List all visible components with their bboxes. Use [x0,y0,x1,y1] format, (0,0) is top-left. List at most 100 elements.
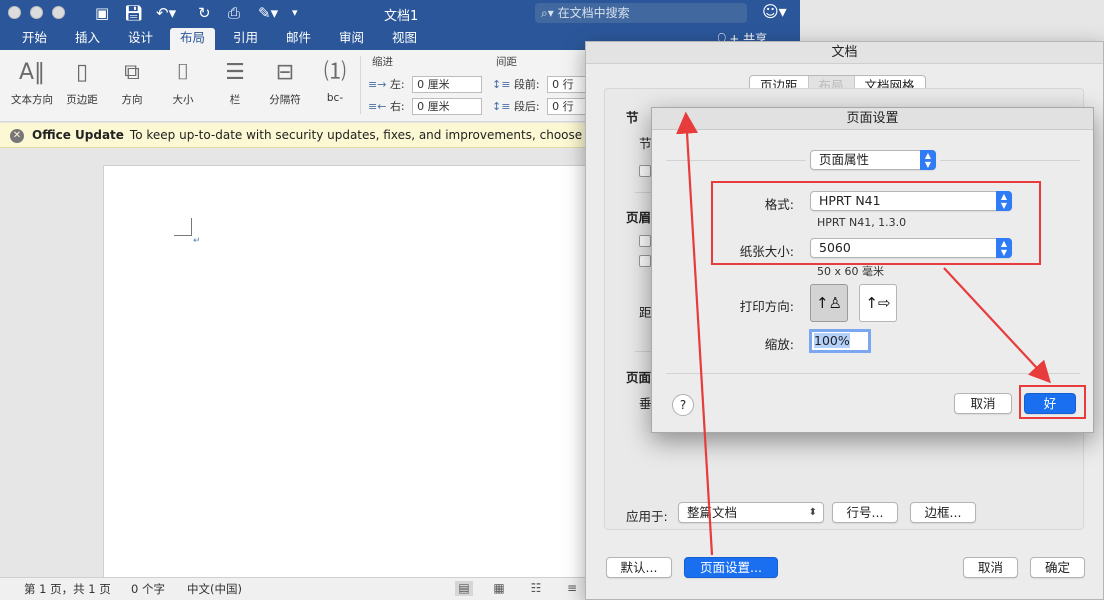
distance-label: 距 [639,305,652,320]
header-checkbox-2[interactable] [639,255,651,267]
default-button[interactable]: 默认... [606,557,672,578]
orientation-label: 打印方向: [739,299,794,314]
close-window-button[interactable] [8,6,21,19]
page-setup-cancel-button[interactable]: 取消 [954,393,1012,414]
header-footer-heading: 页眉 [626,210,652,225]
web-layout-view-icon[interactable]: ▦ [490,581,508,596]
spacing-before-icon: ↕≡ [492,78,511,91]
indent-left-icon: ≡→ [368,78,387,91]
apply-to-label: 应用于: [626,509,668,524]
document-cancel-button[interactable]: 取消 [963,557,1018,578]
page-heading: 页面 [626,370,652,385]
update-message: To keep up-to-date with security updates… [129,128,600,142]
indent-group-title: 缩进 [372,56,393,68]
tab-layout[interactable]: 布局 [170,28,216,50]
divider [666,160,806,161]
section-heading: 节 [626,110,639,125]
vertical-alignment-label: 垂 [639,396,652,411]
tab-review[interactable]: 审阅 [329,28,374,50]
minimize-window-button[interactable] [30,6,43,19]
section-start-label: 节 [639,136,652,151]
document-dialog-title: 文档 [586,42,1103,64]
line-numbers-button[interactable]: 行号... [832,502,898,523]
margins-icon: ▯ [75,60,89,85]
spacing-before-row: ↕≡ 段前: 0 行 [492,76,588,94]
page-size-icon: ⌷ [176,60,190,85]
tab-view[interactable]: 视图 [382,28,427,50]
portrait-person-icon: ↑♙ [815,294,842,312]
document-ok-button[interactable]: 确定 [1030,557,1085,578]
search-icon: ⌕▾ [541,6,558,20]
tab-references[interactable]: 引用 [223,28,268,50]
feedback-smiley-icon[interactable]: ☺▾ [762,2,787,21]
portrait-orientation-button[interactable]: ↑♙ [810,284,848,322]
tab-design[interactable]: 设计 [118,28,163,50]
paper-size-detail: 50 x 60 毫米 [817,265,884,278]
print-layout-view-icon[interactable]: ▤ [455,581,473,596]
indent-left-input[interactable]: 0 厘米 [412,76,483,93]
indent-right-input[interactable]: 0 厘米 [412,98,483,115]
hyphenation-icon: bc- [326,92,344,104]
title-bar: ▣ 💾︎ ↶▾ ↻ ⎙ ✎▾ ▾ 文档1 ⌕▾ 在文档中搜索 ☺▾ [0,0,800,26]
draft-view-icon[interactable]: ≡ [563,581,581,596]
document-title: 文档1 [384,9,419,24]
ribbon-separator [360,56,361,114]
spacing-after-icon: ↕≡ [492,100,511,113]
tab-home[interactable]: 开始 [12,28,57,50]
redo-icon[interactable]: ↻ [198,3,211,23]
indent-right-row: ≡← 右: 0 厘米 [368,98,483,116]
line-numbers-ribbon-button[interactable]: ⑴ bc- [309,58,361,104]
line-numbers-icon: ⑴ [323,60,346,85]
undo-icon[interactable]: ↶▾ [156,3,176,23]
dismiss-update-icon[interactable]: ✕ [10,128,24,143]
breaks-icon: ⊟ [275,60,295,85]
zoom-window-button[interactable] [52,6,65,19]
columns-button[interactable]: ☰ 栏 [209,58,261,107]
sidebar-toggle-icon[interactable]: ▣ [95,3,109,23]
section-checkbox[interactable] [639,165,651,177]
spacing-after-row: ↕≡ 段后: 0 行 [492,98,588,116]
orientation-button[interactable]: ⧉ 方向 [106,58,158,107]
word-count[interactable]: 0 个字 [131,578,165,600]
outline-view-icon[interactable]: ☷ [527,581,545,596]
spacing-before-input[interactable]: 0 行 [547,76,588,93]
print-icon[interactable]: ⎙ [228,3,240,23]
text-direction-icon: A‖ [18,60,46,85]
scale-label: 缩放: [764,337,794,352]
customize-chevron-icon[interactable]: ▾ [292,3,298,23]
orientation-icon: ⧉ [124,60,140,85]
breaks-button[interactable]: ⊟ 分隔符 [259,58,311,107]
updown-chevron-icon: ▲ ▼ [920,150,936,170]
office-update-bar: ✕ Office Update To keep up-to-date with se… [0,123,600,148]
settings-select[interactable]: 页面属性 ▲ ▼ [810,150,936,170]
tab-mailings[interactable]: 邮件 [276,28,321,50]
page-count[interactable]: 第 1 页，共 1 页 [24,578,111,600]
header-checkbox-1[interactable] [639,235,651,247]
size-button[interactable]: ⌷ 大小 [157,58,209,107]
page-setup-button[interactable]: 页面设置... [684,557,778,578]
margins-button[interactable]: ▯ 页边距 [56,58,108,107]
help-button[interactable]: ? [672,394,694,416]
borders-button[interactable]: 边框... [910,502,976,523]
edit-icon[interactable]: ✎▾ [258,3,278,23]
tab-insert[interactable]: 插入 [65,28,110,50]
paragraph-mark-icon: ↵ [193,236,201,246]
spacing-after-input[interactable]: 0 行 [547,98,588,115]
search-input[interactable]: ⌕▾ 在文档中搜索 [535,3,747,23]
divider [940,160,1080,161]
columns-icon: ☰ [225,60,245,85]
apply-to-select[interactable]: 整篇文档 ⬍ [678,502,824,523]
ok-button-highlight [1019,385,1086,419]
format-paper-highlight [711,181,1041,265]
document-canvas: ↵ [0,149,623,585]
document-page[interactable]: ↵ [103,165,623,585]
divider [666,373,1080,374]
update-title: Office Update [32,128,124,142]
status-bar: 第 1 页，共 1 页 0 个字 中文(中国) ▤ ▦ ☷ ≡ [0,577,600,600]
save-icon[interactable]: 💾︎ [124,3,143,23]
scale-input[interactable]: 100% [809,329,871,353]
text-direction-button[interactable]: A‖ 文本方向 [6,58,58,107]
landscape-orientation-button[interactable]: ↑⇨ [859,284,897,322]
language-status[interactable]: 中文(中国) [187,578,242,600]
indent-right-icon: ≡← [368,100,387,113]
